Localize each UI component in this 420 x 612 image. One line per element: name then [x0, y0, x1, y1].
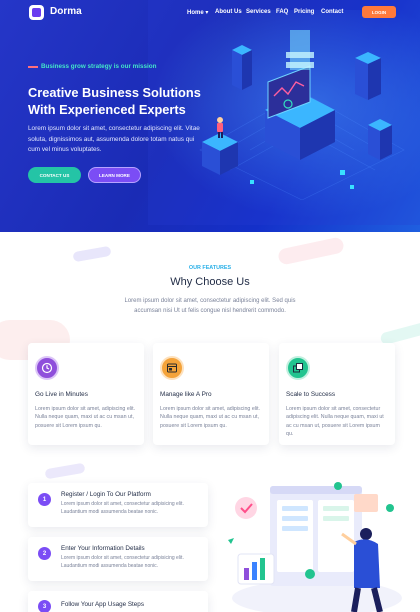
feature-card-text: Lorem ipsum dolor sit amet, consectetur … — [286, 406, 384, 438]
step-title: Register / Login To Our Platform — [61, 491, 151, 498]
nav-item-about[interactable]: About Us — [215, 9, 242, 15]
brand-name[interactable]: Dorma — [50, 6, 82, 17]
feature-card-go-live[interactable]: Go Live in Minutes Lorem ipsum dolor sit… — [28, 343, 144, 445]
logo-icon[interactable] — [29, 5, 44, 20]
clock-icon — [35, 356, 59, 380]
deco-shape — [379, 318, 420, 346]
left-pillar — [232, 45, 252, 90]
step-title: Enter Your Information Details — [61, 545, 145, 552]
step-number: 2 — [38, 547, 51, 560]
step-title: Follow Your App Usage Steps — [61, 601, 144, 608]
right-pillar — [355, 52, 381, 100]
feature-card-title: Scale to Success — [286, 391, 336, 398]
window-icon — [160, 356, 184, 380]
feature-card-scale[interactable]: Scale to Success Lorem ipsum dolor sit a… — [279, 343, 395, 445]
nav-item-home[interactable]: Home ▾ — [187, 9, 208, 16]
layers-icon — [286, 356, 310, 380]
step-number: 1 — [38, 493, 51, 506]
hero-section: Dorma Home ▾ About Us Services FAQ Prici… — [0, 0, 420, 232]
deco-shape — [277, 236, 345, 266]
step-item[interactable]: 1 Register / Login To Our Platform Lorem… — [28, 483, 208, 527]
feature-card-title: Go Live in Minutes — [35, 391, 88, 398]
features-eyebrow: OUR FEATURES — [188, 265, 232, 271]
feature-card-manage[interactable]: Manage like A Pro Lorem ipsum dolor sit … — [153, 343, 269, 445]
dna-pillar — [368, 119, 392, 160]
feature-card-text: Lorem ipsum dolor sit amet, adipiscing e… — [35, 406, 136, 429]
step-number: 3 — [38, 600, 51, 612]
person-figure — [202, 117, 238, 175]
glow-tower — [286, 30, 314, 70]
feature-card-title: Manage like A Pro — [160, 391, 212, 398]
hero-tagline: Business grow strategy is our mission — [41, 63, 157, 70]
step-item[interactable]: 3 Follow Your App Usage Steps — [28, 591, 208, 612]
nav-item-contact[interactable]: Contact — [321, 9, 343, 15]
top-nav: Dorma Home ▾ About Us Services FAQ Prici… — [0, 0, 420, 26]
contact-us-button[interactable]: CONTACT US — [28, 167, 81, 183]
nav-item-services[interactable]: Services — [246, 9, 271, 15]
hero-title: Creative Business Solutions With Experie… — [28, 85, 201, 117]
deco-shape — [44, 462, 86, 480]
step-text: Lorem ipsum dolor sit amet, consectetur … — [61, 555, 184, 569]
step-item[interactable]: 2 Enter Your Information Details Lorem i… — [28, 537, 208, 581]
deco-shape — [72, 245, 112, 263]
feature-card-text: Lorem ipsum dolor sit amet, adipiscing e… — [160, 406, 261, 429]
hero-text: Lorem ipsum dolor sit amet, consectetur … — [28, 125, 200, 154]
features-title: Why Choose Us — [170, 276, 250, 288]
learn-more-button[interactable]: LEARN MORE — [88, 167, 141, 183]
nav-item-pricing[interactable]: Pricing — [294, 9, 314, 15]
tagline-line — [28, 66, 38, 68]
step-text: Lorem ipsum dolor sit amet, consectetur … — [61, 501, 184, 515]
login-button[interactable]: LOGIN — [362, 6, 396, 18]
nav-item-faq[interactable]: FAQ — [276, 9, 288, 15]
features-subtitle: Lorem ipsum dolor sit amet, consectetur … — [124, 298, 296, 314]
app-usage-illustration — [228, 482, 402, 612]
